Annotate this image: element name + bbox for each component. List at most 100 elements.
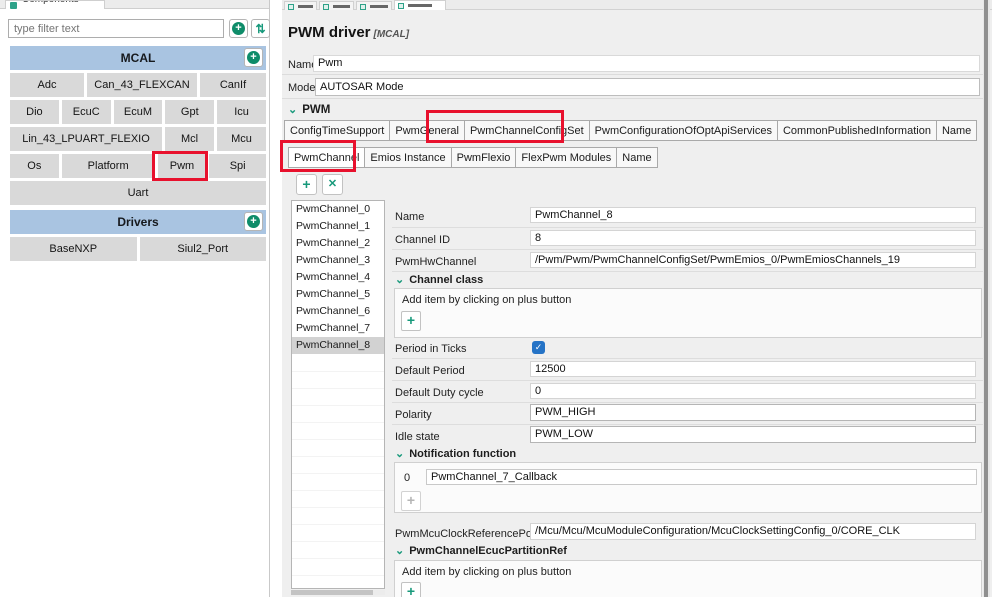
editor-tab-4-label bbox=[408, 4, 432, 7]
notification-input[interactable]: PwmChannel_7_Callback bbox=[426, 469, 977, 485]
page-title-tag: [MCAL] bbox=[373, 29, 410, 40]
list-item[interactable]: PwmChannel_7 bbox=[292, 320, 384, 337]
sort-icon: ⇅ bbox=[255, 22, 266, 36]
page-title-text: PWM driver bbox=[288, 24, 371, 41]
add-driver-button[interactable]: + bbox=[244, 212, 263, 231]
channel-class-section-header[interactable]: ⌄ Channel class bbox=[395, 274, 483, 286]
editor-tab-1[interactable] bbox=[284, 1, 317, 10]
chevron-down-icon: ⌄ bbox=[395, 545, 405, 557]
ecuc-partition-empty-box: Add item by clicking on plus button + bbox=[394, 560, 982, 597]
component-button-os[interactable]: Os bbox=[10, 154, 59, 178]
channel-list: PwmChannel_0 PwmChannel_1 PwmChannel_2 P… bbox=[291, 200, 385, 589]
list-item[interactable]: PwmChannel_2 bbox=[292, 235, 384, 252]
editor-tab-3[interactable] bbox=[356, 1, 392, 10]
module-icon bbox=[360, 4, 366, 10]
pwm-section-header[interactable]: ⌄ PWM bbox=[288, 104, 330, 116]
driver-mode-select[interactable]: AUTOSAR Mode bbox=[315, 78, 980, 96]
editor-vertical-scrollbar[interactable] bbox=[983, 0, 990, 597]
add-notification-button[interactable]: + bbox=[401, 491, 421, 511]
module-icon bbox=[323, 4, 329, 10]
tab-configtimesupport[interactable]: ConfigTimeSupport bbox=[284, 120, 391, 141]
scrollbar-thumb[interactable] bbox=[984, 0, 988, 597]
add-channel-class-button[interactable]: + bbox=[401, 311, 421, 331]
group-header-mcal: MCAL + bbox=[10, 46, 266, 70]
list-item-selected[interactable]: PwmChannel_8 bbox=[292, 337, 384, 354]
list-horizontal-scrollbar[interactable] bbox=[291, 590, 385, 595]
hw-channel-input[interactable]: /Pwm/Pwm/PwmChannelConfigSet/PwmEmios_0/… bbox=[530, 252, 976, 268]
remove-channel-button[interactable]: ✕ bbox=[322, 174, 343, 195]
mcal-row-5: Uart bbox=[10, 181, 266, 205]
separator bbox=[392, 271, 984, 272]
list-item[interactable]: PwmChannel_5 bbox=[292, 286, 384, 303]
module-icon bbox=[398, 3, 404, 9]
plus-circle-icon: + bbox=[247, 51, 260, 64]
component-button-ecum[interactable]: EcuM bbox=[113, 100, 163, 124]
subtab-emios-instance[interactable]: Emios Instance bbox=[365, 147, 452, 168]
component-button-siul2port[interactable]: Siul2_Port bbox=[139, 237, 266, 261]
notification-section-header[interactable]: ⌄ Notification function bbox=[395, 448, 516, 460]
separator bbox=[392, 424, 984, 425]
subtab-flexpwm-modules[interactable]: FlexPwm Modules bbox=[516, 147, 618, 168]
component-button-ecuc[interactable]: EcuC bbox=[61, 100, 111, 124]
channel-id-input[interactable]: 8 bbox=[530, 230, 976, 246]
component-button-can43flexcan[interactable]: Can_43_FLEXCAN bbox=[87, 73, 197, 97]
mcu-clock-ref-input[interactable]: /Mcu/Mcu/McuModuleConfiguration/McuClock… bbox=[530, 523, 976, 540]
mcal-row-4: Os Platform Pwm Spi bbox=[10, 154, 266, 178]
list-item[interactable]: PwmChannel_6 bbox=[292, 303, 384, 320]
add-mcal-button[interactable]: + bbox=[244, 48, 263, 67]
drivers-title: Drivers bbox=[117, 215, 159, 229]
channel-name-input[interactable]: PwmChannel_8 bbox=[530, 207, 976, 223]
component-button-gpt[interactable]: Gpt bbox=[165, 100, 215, 124]
tab-pwmconfigurationofoptapiservices[interactable]: PwmConfigurationOfOptApiServices bbox=[589, 120, 778, 141]
filter-input[interactable] bbox=[8, 19, 224, 38]
scrollbar-thumb[interactable] bbox=[291, 590, 373, 595]
list-item[interactable]: PwmChannel_0 bbox=[292, 201, 384, 218]
plus-circle-icon: + bbox=[232, 22, 245, 35]
component-button-platform[interactable]: Platform bbox=[61, 154, 155, 178]
default-duty-input[interactable]: 0 bbox=[530, 383, 976, 399]
idle-state-select[interactable]: PWM_LOW bbox=[530, 426, 976, 443]
ecuc-partition-section-header[interactable]: ⌄ PwmChannelEcucPartitionRef bbox=[395, 545, 567, 557]
driver-name-input[interactable]: Pwm bbox=[313, 55, 980, 72]
notification-index: 0 bbox=[404, 472, 411, 484]
component-button-mcu[interactable]: Mcu bbox=[217, 127, 266, 151]
component-button-spi[interactable]: Spi bbox=[209, 154, 266, 178]
add-component-button[interactable]: + bbox=[229, 19, 248, 38]
component-button-canif[interactable]: CanIf bbox=[200, 73, 266, 97]
component-button-mcl[interactable]: Mcl bbox=[165, 127, 214, 151]
subtab-pwmflexio[interactable]: PwmFlexio bbox=[451, 147, 517, 168]
sort-button[interactable]: ⇅ bbox=[251, 19, 270, 38]
editor-tab-pwm-active[interactable] bbox=[394, 0, 446, 10]
default-duty-label: Default Duty cycle bbox=[395, 387, 484, 399]
component-button-icu[interactable]: Icu bbox=[217, 100, 266, 124]
list-item[interactable]: PwmChannel_1 bbox=[292, 218, 384, 235]
component-button-adc[interactable]: Adc bbox=[10, 73, 84, 97]
page-title: PWM driver [MCAL] bbox=[288, 24, 409, 41]
separator bbox=[282, 98, 984, 99]
subtab-name[interactable]: Name bbox=[617, 147, 658, 168]
component-button-dio[interactable]: Dio bbox=[10, 100, 59, 124]
editor-tab-2-label bbox=[333, 5, 350, 8]
annotation-box-pwmchannel-tab bbox=[280, 140, 356, 172]
polarity-select[interactable]: PWM_HIGH bbox=[530, 404, 976, 421]
period-in-ticks-checkbox[interactable]: ✓ bbox=[532, 341, 545, 354]
list-item[interactable]: PwmChannel_3 bbox=[292, 252, 384, 269]
hw-channel-label: PwmHwChannel bbox=[395, 256, 477, 268]
editor-tab-2[interactable] bbox=[319, 1, 354, 10]
empty-hint-text: Add item by clicking on plus button bbox=[402, 566, 572, 578]
tab-components[interactable]: Components bbox=[5, 0, 105, 9]
component-button-uart[interactable]: Uart bbox=[10, 181, 266, 205]
component-button-basenxp[interactable]: BaseNXP bbox=[10, 237, 137, 261]
empty-hint-text: Add item by clicking on plus button bbox=[402, 294, 572, 306]
add-ecuc-partition-button[interactable]: + bbox=[401, 582, 421, 597]
tab-name[interactable]: Name bbox=[936, 120, 978, 141]
close-icon: ✕ bbox=[327, 178, 338, 190]
tab-commonpublishedinformation[interactable]: CommonPublishedInformation bbox=[777, 120, 937, 141]
add-channel-button[interactable]: + bbox=[296, 174, 317, 195]
config-tabs: ConfigTimeSupport PwmGeneral PwmChannelC… bbox=[284, 120, 978, 141]
components-panel: Components + ⇅ MCAL + Adc Can_43_FLEXCAN… bbox=[0, 0, 270, 597]
list-item[interactable]: PwmChannel_4 bbox=[292, 269, 384, 286]
empty-list-rows bbox=[292, 355, 384, 588]
default-period-input[interactable]: 12500 bbox=[530, 361, 976, 377]
component-button-lin43lpuartflexio[interactable]: Lin_43_LPUART_FLEXIO bbox=[10, 127, 162, 151]
